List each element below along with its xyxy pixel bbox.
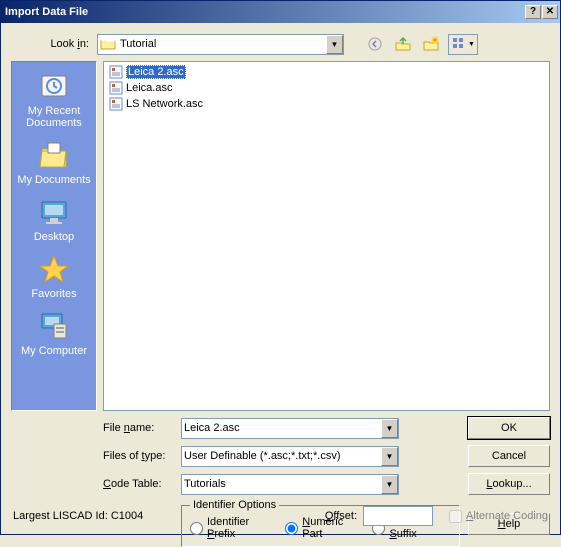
recent-icon [38, 70, 70, 102]
new-folder-button[interactable] [420, 33, 442, 55]
filetype-dropdown[interactable]: User Definable (*.asc;*.txt;*.csv) ▼ [181, 446, 399, 467]
up-button[interactable] [392, 33, 414, 55]
sidebar-desktop[interactable]: Desktop [14, 196, 94, 243]
help-button[interactable]: ? [525, 5, 541, 19]
sidebar-item-label: Favorites [14, 288, 94, 300]
largest-id-label: Largest LISCAD Id: C1004 [13, 510, 143, 522]
file-icon [108, 80, 124, 96]
codetable-value: Tutorials [184, 478, 381, 490]
filetype-label: Files of type: [103, 450, 181, 462]
lookin-label: Look in: [11, 38, 89, 50]
filename-value: Leica 2.asc [184, 422, 381, 434]
sidebar-computer[interactable]: My Computer [14, 310, 94, 357]
alternate-coding-checkbox: Alternate Coding [449, 510, 548, 523]
file-item[interactable]: Leica.asc [106, 80, 547, 96]
chevron-down-icon[interactable]: ▼ [381, 447, 398, 466]
file-name: LS Network.asc [126, 98, 203, 110]
sidebar-documents[interactable]: My Documents [14, 139, 94, 186]
codetable-label: Code Table: [103, 478, 181, 490]
window-title: Import Data File [5, 6, 525, 18]
file-item[interactable]: Leica 2.asc [106, 64, 547, 80]
view-menu-button[interactable]: ▼ [448, 34, 478, 55]
ok-button[interactable]: OK [468, 417, 550, 439]
offset-label: Offset: [325, 510, 357, 522]
file-item[interactable]: LS Network.asc [106, 96, 547, 112]
close-button[interactable]: ✕ [542, 5, 558, 19]
favorites-icon [38, 253, 70, 285]
file-name: Leica.asc [126, 82, 172, 94]
desktop-icon [38, 196, 70, 228]
computer-icon [38, 310, 70, 342]
sidebar-item-label: My Recent Documents [14, 105, 94, 129]
filetype-value: User Definable (*.asc;*.txt;*.csv) [184, 450, 381, 462]
sidebar-item-label: Desktop [14, 231, 94, 243]
chevron-down-icon[interactable]: ▼ [326, 35, 343, 54]
chevron-down-icon[interactable]: ▼ [381, 419, 398, 438]
filename-input[interactable]: Leica 2.asc ▼ [181, 418, 399, 439]
chevron-down-icon: ▼ [468, 41, 475, 48]
cancel-button[interactable]: Cancel [468, 445, 550, 467]
filename-label: File name: [103, 422, 181, 434]
lookin-value: Tutorial [120, 38, 326, 50]
checkbox-label: Alternate Coding [466, 510, 548, 522]
places-bar: My Recent Documents My Documents Desktop… [11, 61, 97, 411]
dialog-content: Look in: Tutorial ▼ ▼ [1, 23, 560, 534]
titlebar: Import Data File ? ✕ [1, 1, 560, 23]
sidebar-recent[interactable]: My Recent Documents [14, 70, 94, 129]
sidebar-favorites[interactable]: Favorites [14, 253, 94, 300]
file-list[interactable]: Leica 2.asc Leica.asc LS Network.asc [103, 61, 550, 411]
back-button[interactable] [364, 33, 386, 55]
file-icon [108, 64, 124, 80]
file-icon [108, 96, 124, 112]
sidebar-item-label: My Documents [14, 174, 94, 186]
sidebar-item-label: My Computer [14, 345, 94, 357]
codetable-dropdown[interactable]: Tutorials ▼ [181, 474, 399, 495]
file-name: Leica 2.asc [126, 65, 186, 79]
offset-input[interactable] [363, 506, 433, 526]
documents-icon [38, 139, 70, 171]
lookin-dropdown[interactable]: Tutorial ▼ [97, 34, 344, 55]
chevron-down-icon[interactable]: ▼ [381, 475, 398, 494]
lookup-button[interactable]: Lookup... [468, 473, 550, 495]
folder-icon [100, 36, 116, 52]
